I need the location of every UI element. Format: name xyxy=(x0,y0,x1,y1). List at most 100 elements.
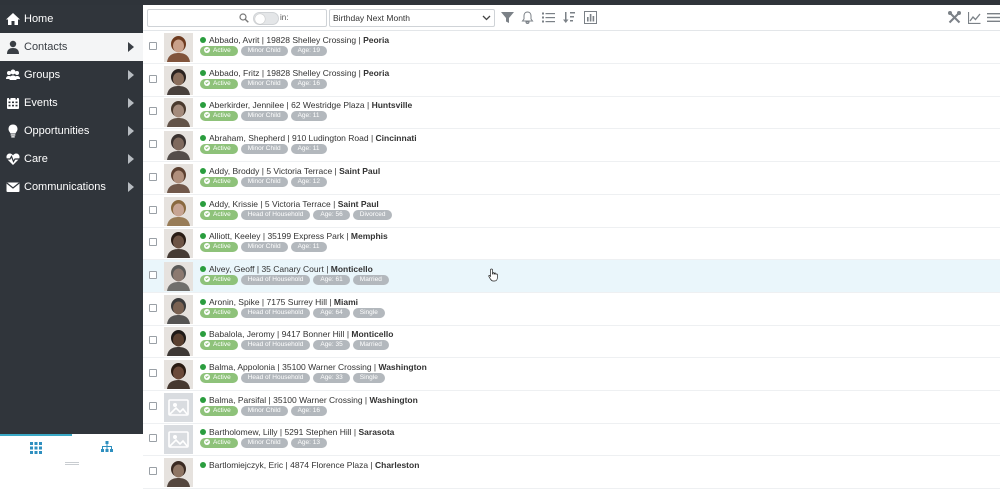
nav-item-events[interactable]: Events xyxy=(0,89,143,117)
contact-photo[interactable] xyxy=(164,458,193,488)
contact-photo[interactable] xyxy=(164,261,193,291)
notifications-button[interactable] xyxy=(521,11,534,25)
contact-name-line[interactable]: Addy, Krissie | 5 Victoria Terrace | Sai… xyxy=(200,199,379,209)
status-dot xyxy=(200,331,206,338)
tag-badge: Head of Household xyxy=(240,373,311,383)
row-checkbox[interactable] xyxy=(149,74,157,83)
report-button[interactable] xyxy=(584,11,597,24)
contact-name-line[interactable]: Abbado, Fritz | 19828 Shelley Crossing |… xyxy=(200,68,389,78)
resize-grip[interactable] xyxy=(0,459,143,467)
contact-photo[interactable] xyxy=(164,425,193,455)
contact-photo[interactable] xyxy=(164,98,193,128)
contact-row[interactable]: Babalola, Jeromy | 9417 Bonner Hill | Mo… xyxy=(143,325,1000,359)
contact-name-line[interactable]: Alvey, Geoff | 35 Canary Court | Montice… xyxy=(200,264,373,274)
contact-name-line[interactable]: Aberkirder, Jennilee | 62 Westridge Plaz… xyxy=(200,100,412,110)
row-checkbox[interactable] xyxy=(149,205,157,214)
tag-badge: Head of Household xyxy=(240,307,311,318)
check-circle-icon xyxy=(204,79,210,86)
contact-row[interactable]: Addy, Krissie | 5 Victoria Terrace | Sai… xyxy=(143,195,1000,228)
contact-photo[interactable] xyxy=(164,294,193,324)
contact-photo[interactable] xyxy=(164,33,193,62)
contact-badges: Active Minor Child Age: 13 xyxy=(200,438,327,449)
nav-item-label: Groups xyxy=(24,69,61,81)
row-checkbox[interactable] xyxy=(149,42,157,50)
menu-button[interactable] xyxy=(987,11,1000,24)
row-checkbox[interactable] xyxy=(149,140,157,149)
search-input[interactable]: in: xyxy=(147,9,327,27)
nav-item-contacts[interactable]: Contacts xyxy=(0,33,143,61)
nav-item-groups[interactable]: Groups xyxy=(0,61,143,89)
tag-badge: Age: 33 xyxy=(313,373,350,383)
row-checkbox[interactable] xyxy=(149,467,157,476)
contact-address: 5 Victoria Terrace xyxy=(264,198,331,209)
row-checkbox[interactable] xyxy=(149,238,157,247)
contact-photo[interactable] xyxy=(164,229,193,259)
chevron-right-icon xyxy=(128,126,134,136)
nav-item-label: Contacts xyxy=(24,41,68,53)
nav-item-care[interactable]: Care xyxy=(0,145,143,173)
contact-row[interactable]: Alvey, Geoff | 35 Canary Court | Montice… xyxy=(143,259,1000,293)
contact-row[interactable]: Bartholomew, Lilly | 5291 Stephen Hill |… xyxy=(143,423,1000,457)
filter-select[interactable]: Birthday Next Month xyxy=(329,9,495,27)
trend-button[interactable] xyxy=(967,11,981,25)
tag-badge: Minor Child xyxy=(240,46,288,56)
nav-item-home[interactable]: Home xyxy=(0,5,143,33)
tools-button[interactable] xyxy=(948,11,961,24)
contact-name-line[interactable]: Abraham, Shepherd | 910 Ludington Road |… xyxy=(200,133,417,143)
check-circle-icon xyxy=(204,308,210,315)
contact-photo[interactable] xyxy=(164,327,193,357)
toolbar: in: Birthday Next Month xyxy=(143,5,1000,31)
contact-city: Miami xyxy=(333,296,359,307)
contact-name-line[interactable]: Addy, Broddy | 5 Victoria Terrace | Sain… xyxy=(200,166,380,176)
row-checkbox[interactable] xyxy=(149,107,157,116)
contact-name-line[interactable]: Abbado, Avrit | 19828 Shelley Crossing |… xyxy=(200,35,389,45)
contact-photo[interactable] xyxy=(164,360,193,389)
contact-name-line[interactable]: Bartlomiejczyk, Eric | 4874 Florence Pla… xyxy=(200,460,419,470)
contact-row[interactable]: Bartlomiejczyk, Eric | 4874 Florence Pla… xyxy=(143,456,1000,489)
contact-photo[interactable] xyxy=(164,196,193,226)
contact-row[interactable]: Balma, Appolonia | 35100 Warner Crossing… xyxy=(143,358,1000,391)
contact-photo[interactable] xyxy=(164,163,193,193)
row-checkbox[interactable] xyxy=(149,172,157,181)
row-checkbox[interactable] xyxy=(149,401,157,410)
nav-item-opportunities[interactable]: Opportunities xyxy=(0,117,143,145)
contact-row[interactable]: Balma, Parsifal | 35100 Warner Crossing … xyxy=(143,391,1000,424)
row-checkbox[interactable] xyxy=(149,270,157,279)
contact-name: Bartlomiejczyk, Eric xyxy=(209,460,284,471)
contact-badges: Active Minor Child Age: 16 xyxy=(200,78,327,89)
contact-city: Washington xyxy=(369,394,418,405)
contact-photo[interactable] xyxy=(164,131,193,161)
row-checkbox[interactable] xyxy=(149,336,157,345)
contact-row[interactable]: Alliott, Keeley | 35199 Express Park | M… xyxy=(143,227,1000,261)
contact-name-line[interactable]: Balma, Parsifal | 35100 Warner Crossing … xyxy=(200,395,418,405)
users-icon xyxy=(5,67,21,83)
contact-name-line[interactable]: Aronin, Spike | 7175 Surrey Hill | Miami xyxy=(200,297,358,307)
contact-name-line[interactable]: Alliott, Keeley | 35199 Express Park | M… xyxy=(200,231,388,241)
row-checkbox[interactable] xyxy=(149,369,157,377)
nav-item-communications[interactable]: Communications xyxy=(0,173,143,201)
contact-photo[interactable] xyxy=(164,65,193,95)
row-checkbox[interactable] xyxy=(149,434,157,443)
sort-button[interactable] xyxy=(563,11,576,24)
hierarchy-view-tab[interactable] xyxy=(72,434,144,459)
contact-row[interactable]: Aberkirder, Jennilee | 62 Westridge Plaz… xyxy=(143,96,1000,130)
contact-badges: Active Minor Child Age: 11 xyxy=(200,144,327,155)
row-checkbox[interactable] xyxy=(149,303,157,312)
contact-row[interactable]: Abbado, Fritz | 19828 Shelley Crossing |… xyxy=(143,64,1000,97)
contact-name-line[interactable]: Babalola, Jeromy | 9417 Bonner Hill | Mo… xyxy=(200,329,393,339)
contact-row[interactable]: Abraham, Shepherd | 910 Ludington Road |… xyxy=(143,129,1000,163)
contact-name-line[interactable]: Balma, Appolonia | 35100 Warner Crossing… xyxy=(200,362,427,372)
search-scope-toggle[interactable] xyxy=(253,12,279,25)
contact-row[interactable]: Addy, Broddy | 5 Victoria Terrace | Sain… xyxy=(143,162,1000,195)
contact-row[interactable]: Aronin, Spike | 7175 Surrey Hill | Miami… xyxy=(143,293,1000,326)
contact-photo[interactable] xyxy=(164,392,193,422)
filter-button[interactable] xyxy=(501,11,514,24)
contact-city: Washington xyxy=(378,362,427,372)
tag-badge: Age: 19 xyxy=(290,46,327,56)
contact-city: Saint Paul xyxy=(337,198,379,209)
list-view-button[interactable] xyxy=(542,11,555,24)
grid-view-tab[interactable] xyxy=(0,434,72,459)
tag-badge: Head of Household xyxy=(240,340,311,351)
contact-name-line[interactable]: Bartholomew, Lilly | 5291 Stephen Hill |… xyxy=(200,427,394,437)
contact-row[interactable]: Abbado, Avrit | 19828 Shelley Crossing |… xyxy=(143,31,1000,64)
